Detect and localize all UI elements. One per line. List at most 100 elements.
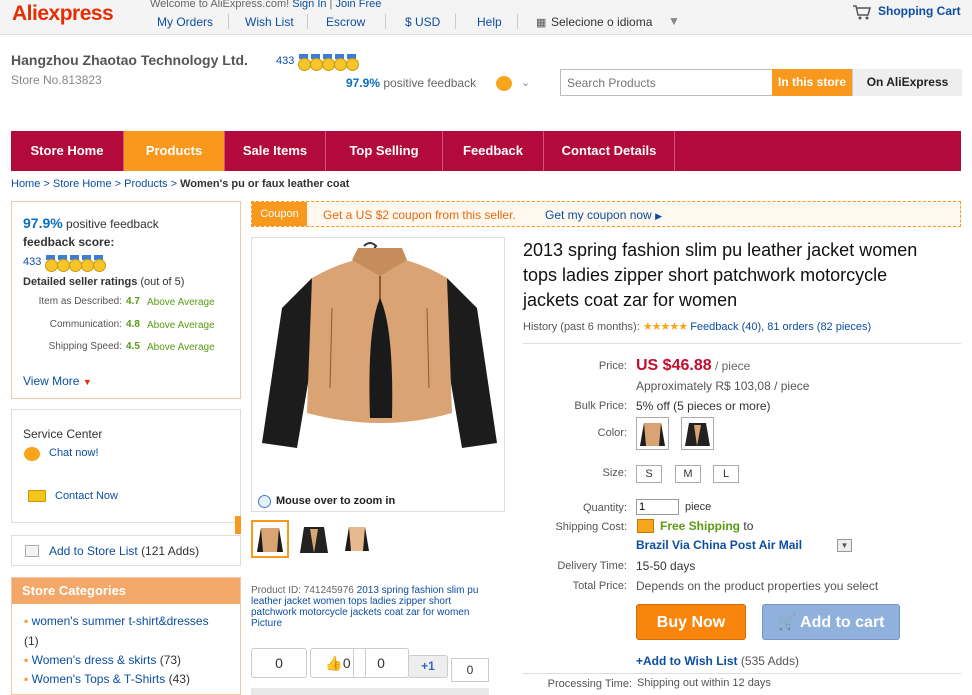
size-option-m[interactable]: M [675,465,701,483]
feedback-link[interactable]: Feedback (40), [690,321,764,333]
get-coupon-link[interactable]: Get my coupon now ▶ [545,208,662,222]
store-name[interactable]: Hangzhou Zhaotao Technology Ltd. [11,52,248,68]
shipping-dropdown-icon[interactable]: ▼ [837,539,852,552]
chevron-down-icon[interactable]: ⌄ [521,76,530,89]
help-link[interactable]: Help [477,15,502,29]
truck-icon [637,519,654,533]
rating-note: Above Average [147,320,215,331]
coupon-bar: Coupon Get a US $2 coupon from this sell… [251,201,961,227]
nav-sale-items[interactable]: Sale Items [225,131,326,171]
join-free-link[interactable]: Join Free [335,0,381,10]
category-count: (1) [24,634,39,648]
nav-store-home[interactable]: Store Home [11,131,124,171]
size-label: Size: [602,467,627,479]
divider [523,343,961,344]
orders-link[interactable]: 81 orders (82 pieces) [767,321,871,333]
aliexpress-logo[interactable]: Aliexpress [12,2,114,26]
add-to-cart-button[interactable]: 🛒 Add to cart [762,604,900,640]
add-list-icon [25,545,39,557]
nav-contact-details[interactable]: Contact Details [544,131,675,171]
delivery-time: 15-50 days [636,559,696,573]
crumb-store-home[interactable]: Store Home [53,178,112,190]
wish-list-link[interactable]: Wish List [245,15,294,29]
chat-icon [24,447,40,461]
rating-label: Shipping Speed: [48,341,122,352]
medal-icons [44,254,106,272]
my-orders-link[interactable]: My Orders [157,15,213,29]
add-to-wish-list-link[interactable]: +Add to Wish List [636,654,738,668]
star-rating-icon: ★★★★★ [642,321,688,333]
nav-top-selling[interactable]: Top Selling [326,131,443,171]
coupon-text: Get a US $2 coupon from this seller. [323,208,516,222]
tweet-count[interactable]: 0 [353,648,409,678]
chat-now-link[interactable]: Chat now! [49,447,99,459]
divider [523,673,961,674]
mail-icon [28,490,46,502]
nav-products[interactable]: Products [124,131,225,171]
total-price: Depends on the product properties you se… [636,579,879,593]
product-image[interactable]: Mouse over to zoom in [251,237,505,512]
currency-link[interactable]: $ USD [405,15,440,29]
thumbnail-3[interactable] [338,520,376,558]
welcome-text: Welcome to AliExpress.com! Sign In | Joi… [150,0,382,10]
add-to-store-list-link[interactable]: Add to Store List [49,544,138,558]
chat-face-icon[interactable] [496,76,512,91]
search-in-store-button[interactable]: In this store [772,69,852,96]
buy-now-button[interactable]: Buy Now [636,604,746,640]
service-center-box: Service Center Chat now! Contact Now [11,409,241,523]
quantity-unit: piece [685,501,712,513]
store-score[interactable]: 433 [276,53,359,71]
thumbnail-2[interactable] [295,520,333,558]
search-aliexpress-button[interactable]: On AliExpress [852,69,962,96]
processing-label: Processing Time: [547,678,632,690]
crumb-current: Women's pu or faux leather coat [180,178,350,190]
product-id: Product ID: 741245976 2013 spring fashio… [251,585,479,629]
plus-one-button[interactable]: +1 [408,655,448,678]
share-count[interactable]: 0 [251,648,307,678]
zoom-icon [258,495,271,508]
language-select[interactable]: Selecione o idioma [551,15,652,29]
bulk-label: Bulk Price: [574,400,627,412]
rating-value: 4.5 [126,341,140,352]
shipping-label: Shipping Cost: [555,521,627,533]
rating-note: Above Average [147,297,215,308]
sidebar-toggle[interactable] [235,516,241,534]
zoom-hint: Mouse over to zoom in [276,495,396,507]
color-option-tan[interactable] [636,417,669,450]
detailed-ratings-title: Detailed seller ratings (out of 5) [23,276,185,288]
crumb-products[interactable]: Products [124,178,167,190]
nav-feedback[interactable]: Feedback [443,131,544,171]
shipping-method-link[interactable]: Brazil Via China Post Air Mail [636,538,802,552]
product-title: 2013 spring fashion slim pu leather jack… [523,240,918,310]
category-item[interactable]: ▪ Women's dress & skirts (73) [24,653,181,667]
category-item[interactable]: ▪ women's summer t-shirt&dresses [24,614,209,628]
rating-value: 4.8 [126,319,140,330]
seller-rating-box: 97.9% positive feedback feedback score: … [11,201,241,399]
share-buttons-row [251,688,489,695]
escrow-link[interactable]: Escrow [326,15,365,29]
crumb-home[interactable]: Home [11,178,40,190]
coupon-tag: Coupon [252,202,307,226]
sign-in-link[interactable]: Sign In [292,0,326,10]
thumbnail-1[interactable] [251,520,289,558]
category-item[interactable]: ▪ Women's Tops & T-Shirts (43) [24,672,190,686]
plus-one-count: 0 [451,658,489,682]
cart-icon [853,5,871,20]
shopping-cart-link[interactable]: Shopping Cart [852,4,961,20]
size-option-l[interactable]: L [713,465,739,483]
quantity-input[interactable] [636,499,679,515]
bulk-price: 5% off (5 pieces or more) [636,399,771,413]
contact-now-link[interactable]: Contact Now [55,490,118,502]
price-value: US $46.88 [636,357,712,374]
view-more-link[interactable]: View More ▼ [23,374,92,388]
size-option-s[interactable]: S [636,465,662,483]
color-option-black[interactable] [681,417,714,450]
price-row: US $46.88 / piece [636,357,751,374]
positive-feedback: 97.9% positive feedback [346,76,477,90]
search-input[interactable] [561,70,772,95]
sidebar-score[interactable]: 433 [23,254,106,272]
chevron-down-icon[interactable]: ▼ [668,14,680,28]
free-shipping: Free Shipping [660,519,741,533]
store-categories-box: Store Categories ▪ women's summer t-shir… [11,577,241,695]
add-store-list-box[interactable]: Add to Store List (121 Adds) [11,535,241,566]
